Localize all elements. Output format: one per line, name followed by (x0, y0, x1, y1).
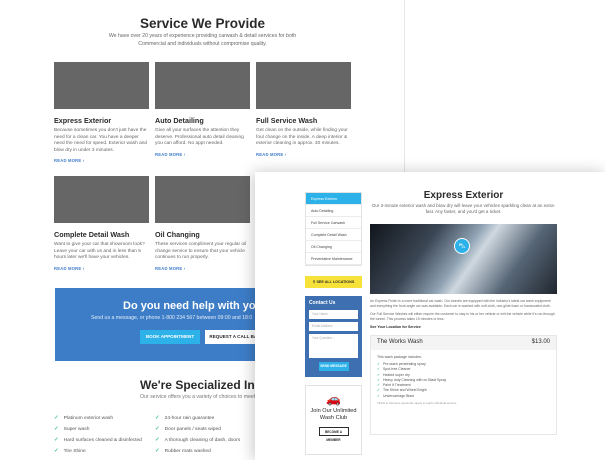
feature-item: ✓ Super wash (54, 426, 90, 432)
feature-item: ✓ 24-hour rain guarantee (155, 415, 215, 421)
package-price: $13.00 (531, 339, 550, 345)
check-icon: ✓ (155, 448, 160, 454)
name-field[interactable]: Your Name (309, 310, 358, 319)
service-desc: Because sometimes you don't just have th… (54, 128, 148, 153)
page-intro: Our 3-minute exterior wash and blow dry … (371, 203, 556, 214)
package-header[interactable]: The Works Wash $13.00 (371, 336, 556, 350)
service-name[interactable]: Complete Detail Wash (54, 230, 149, 239)
read-more-link[interactable]: READ MORE › (256, 152, 351, 157)
sidebar: Express Exterior Auto Detailing Full Ser… (305, 192, 362, 455)
feature-item: ✓ Rubber mats washed (155, 448, 211, 454)
service-name[interactable]: Auto Detailing (155, 116, 250, 125)
read-more-link[interactable]: READ MORE › (54, 158, 149, 163)
check-icon: ✓ (377, 393, 380, 398)
package-items: ✓ Pre-wash penetrating spray ✓ Spot-free C… (377, 362, 556, 399)
menu-item-complete-detail[interactable]: Complete Detail Wash (306, 229, 361, 241)
read-more-link[interactable]: READ MORE › (155, 152, 250, 157)
read-more-link[interactable]: READ MORE › (54, 266, 149, 271)
service-name[interactable]: Full Service Wash (256, 116, 351, 125)
hero-photo: ⛍ (370, 224, 557, 294)
check-icon: ✓ (54, 437, 59, 443)
list-item: ✓ Undercarriage Blast (377, 393, 414, 398)
menu-item-auto-detailing[interactable]: Auto Detailing (306, 205, 361, 217)
check-icon: ✓ (377, 367, 380, 372)
club-text: Join Our Unlimited Wash Club (310, 408, 357, 421)
feature-item: ✓ Platinum exterior wash (54, 415, 114, 421)
service-desc: These services compliment your regular o… (155, 242, 247, 261)
email-field[interactable]: Email Address (309, 322, 358, 331)
service-card[interactable]: Auto Detailing Give all your surfaces th… (155, 62, 250, 157)
page-title: Express Exterior (423, 190, 504, 201)
menu-item-full-service[interactable]: Full Service Carwash (306, 217, 361, 229)
package-note: TECH & Services speciman apply to each i… (377, 401, 457, 406)
car-icon: 🚗 (326, 392, 341, 406)
service-name[interactable]: Express Exterior (54, 116, 149, 125)
feature-item: ✓ A thorough cleaning of dash, doors (155, 437, 241, 443)
section-intro: We have over 20 years of experience prov… (108, 33, 297, 47)
check-icon: ✓ (377, 362, 380, 366)
body-paragraph: An Express Finish is a more traditional … (370, 299, 551, 308)
become-member-button[interactable]: BECOME A MEMBER (318, 427, 349, 442)
check-icon: ✓ (155, 426, 160, 432)
service-card[interactable]: Complete Detail Wash Want to give your c… (54, 176, 149, 271)
specialized-subtitle: Our service offers you a variety of choi… (140, 394, 266, 400)
check-icon: ✓ (54, 426, 59, 432)
question-field[interactable]: Your Question... (309, 334, 358, 358)
check-icon: ✓ (377, 377, 380, 382)
menu-item-express-exterior[interactable]: Express Exterior (306, 193, 361, 205)
banner-text: Send us a message, or phone 1-800 234 56… (91, 315, 253, 321)
body-paragraph: Our Full Service Washes will either requ… (370, 312, 555, 321)
feature-item: ✓ Tire Shine (54, 448, 86, 454)
check-icon: ✓ (155, 415, 160, 421)
service-card[interactable]: Oil Changing These services compliment y… (155, 176, 250, 271)
send-message-button[interactable]: SEND MESSAGE (318, 362, 349, 371)
service-menu: Express Exterior Auto Detailing Full Ser… (305, 192, 362, 266)
car-wash-icon: ⛍ (454, 238, 470, 254)
location-link[interactable]: See Your Location for Service (370, 325, 557, 329)
body-text: An Express Finish is a more traditional … (370, 299, 557, 322)
feature-item: ✓ Door panels / seats wiped (155, 426, 221, 432)
contact-title: Contact Us (309, 300, 336, 306)
menu-item-preventative[interactable]: Preventative Maintenance (306, 253, 361, 265)
check-icon: ✓ (54, 448, 59, 454)
book-appointment-button[interactable]: BOOK APPOINTMENT (140, 330, 200, 344)
see-all-locations-button[interactable]: ⚲ SEE ALL LOCATIONS (305, 276, 362, 288)
contact-form: Contact Us Your Name Email Address Your … (305, 296, 362, 377)
service-card[interactable]: Full Service Wash Get clean on the outsi… (256, 62, 351, 157)
detailing-photo[interactable] (155, 62, 250, 109)
service-desc: Give all your surfaces the attention the… (155, 128, 244, 147)
specialized-title: We're Specialized In (140, 378, 255, 392)
full-wash-photo[interactable] (256, 62, 351, 109)
package-name: The Works Wash (377, 339, 423, 345)
read-more-link[interactable]: READ MORE › (155, 266, 250, 271)
package-card: The Works Wash $13.00 This wash package … (370, 335, 557, 435)
service-desc: Want to give your car that showroom look… (54, 242, 145, 261)
check-icon: ✓ (377, 372, 380, 377)
menu-item-oil-changing[interactable]: Oil Changing (306, 241, 361, 253)
section-title: Service We Provide (139, 16, 266, 31)
service-card[interactable]: Express Exterior Because sometimes you d… (54, 62, 149, 163)
package-includes-label: This wash package includes: (377, 355, 422, 359)
check-icon: ✓ (155, 437, 160, 443)
check-icon: ✓ (377, 383, 380, 388)
wash-club-box: 🚗 Join Our Unlimited Wash Club BECOME A … (305, 385, 362, 455)
car-wash-photo[interactable] (54, 62, 149, 109)
main-content: Express Exterior Our 3-minute exterior w… (370, 190, 557, 435)
service-detail-page: Express Exterior Auto Detailing Full Ser… (255, 172, 605, 460)
feature-item: ✓ Hard surfaces cleaned & disinfected (54, 437, 142, 443)
oil-photo[interactable] (155, 176, 250, 223)
service-desc: Get clean on the outside, while finding … (256, 128, 348, 147)
interior-photo[interactable] (54, 176, 149, 223)
check-icon: ✓ (377, 388, 380, 393)
check-icon: ✓ (54, 415, 59, 421)
service-name[interactable]: Oil Changing (155, 230, 250, 239)
